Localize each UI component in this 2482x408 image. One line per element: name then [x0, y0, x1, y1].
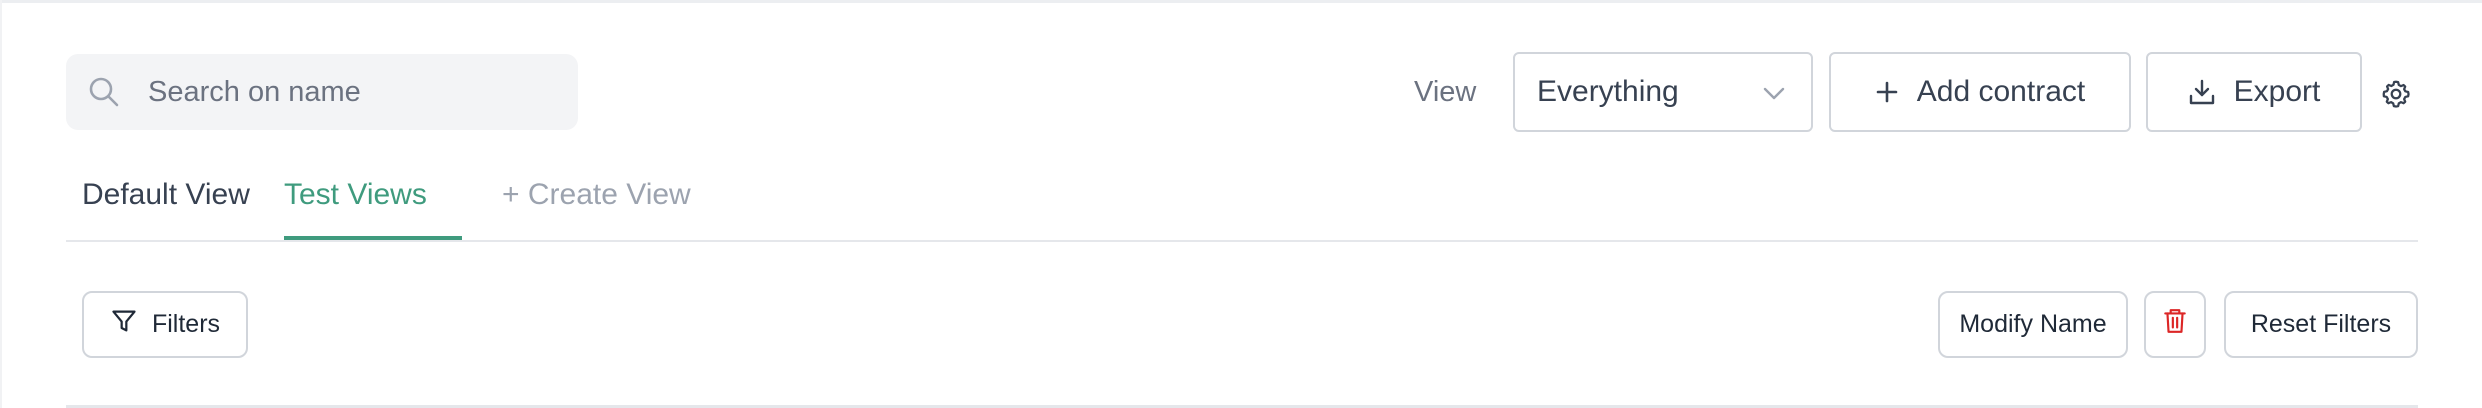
tab-test-views[interactable]: Test Views — [284, 170, 427, 240]
modify-name-label: Modify Name — [1959, 310, 2107, 338]
search-input[interactable] — [148, 54, 558, 130]
gear-icon[interactable] — [2380, 78, 2412, 110]
reset-filters-label: Reset Filters — [2250, 310, 2392, 338]
export-button[interactable]: Export — [2146, 52, 2362, 132]
reset-filters-button[interactable]: Reset Filters — [2224, 291, 2418, 358]
export-label: Export — [2233, 75, 2321, 108]
chevron-down-icon — [1761, 80, 1787, 106]
trash-icon — [2162, 307, 2188, 342]
download-icon — [2188, 78, 2216, 106]
tab-default-view[interactable]: Default View — [82, 170, 250, 240]
search-icon — [86, 74, 122, 110]
contracts-page: View Everything Add contract — [0, 0, 2482, 408]
add-contract-label: Add contract — [1916, 75, 2086, 108]
top-divider — [0, 0, 2482, 3]
tab-create-view[interactable]: + Create View — [502, 170, 691, 240]
view-select[interactable]: Everything — [1513, 52, 1813, 132]
delete-view-button[interactable] — [2144, 291, 2206, 358]
tabs-divider — [66, 240, 2418, 242]
filters-button[interactable]: Filters — [82, 291, 248, 358]
view-tabs: Default View Test Views + Create View — [66, 170, 2418, 242]
left-divider — [0, 0, 2, 408]
search-box[interactable] — [66, 54, 578, 130]
add-contract-button[interactable]: Add contract — [1829, 52, 2131, 132]
funnel-icon — [110, 307, 138, 342]
view-select-value: Everything — [1537, 75, 1679, 108]
view-label: View — [1414, 76, 1477, 108]
plus-icon — [1875, 80, 1899, 104]
modify-name-button[interactable]: Modify Name — [1938, 291, 2128, 358]
filters-label: Filters — [151, 310, 221, 338]
